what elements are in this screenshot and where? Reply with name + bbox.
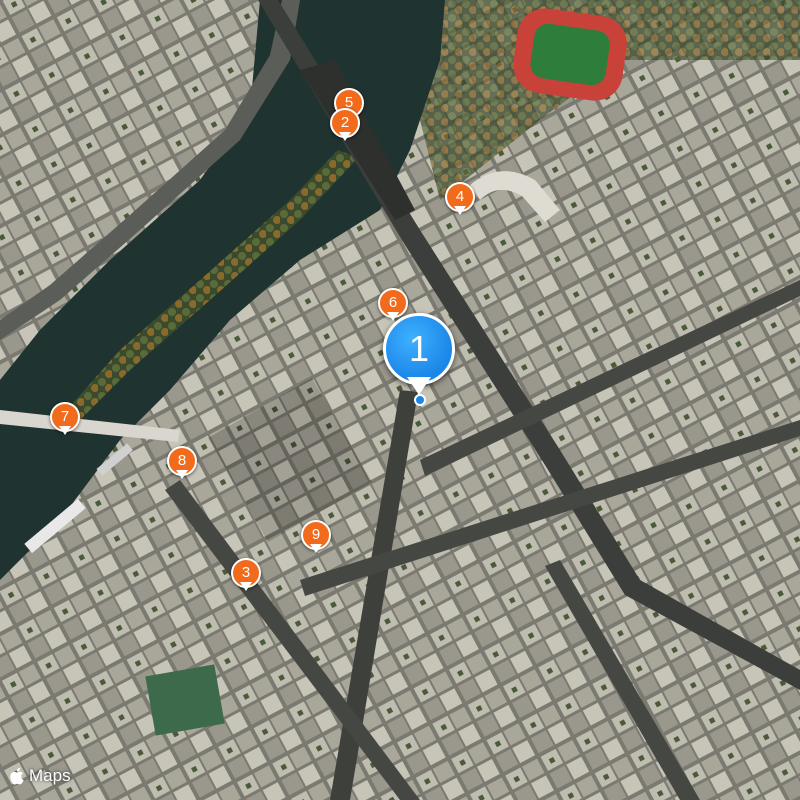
location-dot: [414, 394, 426, 406]
attribution-text: Maps: [29, 766, 71, 785]
map-marker-8[interactable]: 8: [167, 446, 197, 484]
map-marker-3[interactable]: 3: [231, 558, 261, 596]
map-pin-icon: 1: [383, 313, 455, 385]
map-marker-1-selected[interactable]: 1: [383, 313, 455, 406]
map-marker-4[interactable]: 4: [445, 182, 475, 220]
map-marker-9[interactable]: 9: [301, 520, 331, 558]
map-view[interactable]: 5 2 4 6 7 8 9 3 1 Maps: [0, 0, 800, 800]
map-marker-2[interactable]: 2: [330, 108, 360, 146]
apple-logo-icon: [10, 767, 24, 785]
maps-attribution[interactable]: Maps: [10, 766, 71, 786]
map-marker-7[interactable]: 7: [50, 402, 80, 440]
